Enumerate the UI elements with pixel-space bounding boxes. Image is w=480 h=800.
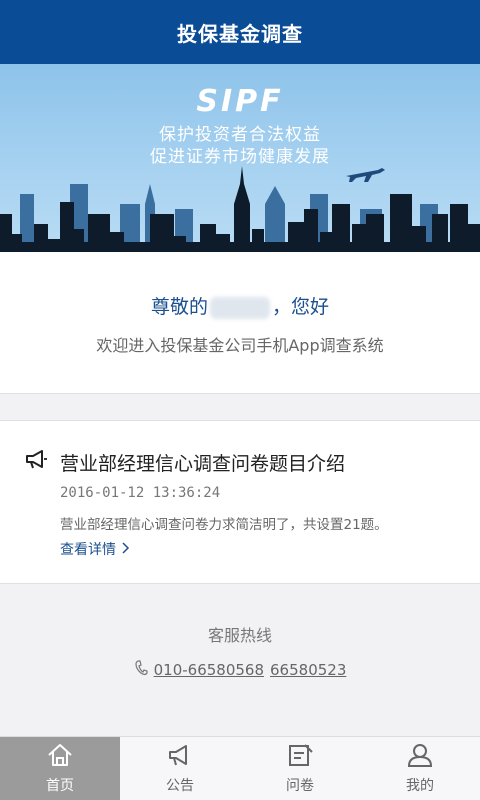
welcome-message: 欢迎进入投保基金公司手机App调查系统 xyxy=(96,336,384,355)
chevron-right-icon xyxy=(120,542,130,558)
tab-home[interactable]: 首页 xyxy=(0,737,120,800)
airplane-icon xyxy=(346,168,385,182)
user-icon xyxy=(406,743,434,775)
megaphone-icon xyxy=(24,448,48,474)
customer-hotline: 客服热线 010-66580568 66580523 xyxy=(0,622,480,680)
bottom-tab-bar: 首页 公告 问卷 我的 xyxy=(0,736,480,800)
tab-home-label: 首页 xyxy=(46,777,74,794)
page-title: 投保基金调查 xyxy=(177,21,303,46)
tab-announcements[interactable]: 公告 xyxy=(120,737,240,800)
home-icon xyxy=(46,743,74,775)
tab-questionnaire[interactable]: 问卷 xyxy=(240,737,360,800)
megaphone-icon xyxy=(166,743,194,775)
view-details-label: 查看详情 xyxy=(60,542,116,558)
notice-date: 2016-01-12 13:36:24 xyxy=(60,485,221,501)
sipf-logo: SIPF xyxy=(196,84,284,119)
phone-icon xyxy=(134,660,148,680)
greeting-prefix: 尊敬的 xyxy=(150,296,208,318)
tab-announcements-label: 公告 xyxy=(166,777,194,794)
view-details-link[interactable]: 查看详情 xyxy=(60,539,130,559)
welcome-card: 尊敬的 ，您好 欢迎进入投保基金公司手机App调查系统 xyxy=(0,252,480,394)
hotline-label: 客服热线 xyxy=(207,626,272,645)
hotline-number-1[interactable]: 010-66580568 xyxy=(154,661,264,679)
tab-profile[interactable]: 我的 xyxy=(360,737,480,800)
tab-questionnaire-label: 问卷 xyxy=(286,777,314,794)
blurred-username xyxy=(210,296,270,319)
notice-title: 营业部经理信心调查问卷题目介绍 xyxy=(60,453,346,475)
hotline-number-2[interactable]: 66580523 xyxy=(270,661,346,679)
notice-card[interactable]: 营业部经理信心调查问卷题目介绍 2016-01-12 13:36:24 营业部经… xyxy=(0,420,480,584)
notice-summary: 营业部经理信心调查问卷力求简洁明了，共设置21题。 xyxy=(60,517,388,533)
greeting: 尊敬的 ，您好 xyxy=(0,292,480,319)
greeting-suffix: ，您好 xyxy=(272,296,330,318)
app-header: 投保基金调查 xyxy=(0,0,480,64)
questionnaire-icon xyxy=(286,743,314,775)
tab-profile-label: 我的 xyxy=(406,777,434,794)
banner: SIPF 保护投资者合法权益 促进证券市场健康发展 xyxy=(0,64,480,252)
slogan-line-2: 促进证券市场健康发展 xyxy=(150,147,330,167)
